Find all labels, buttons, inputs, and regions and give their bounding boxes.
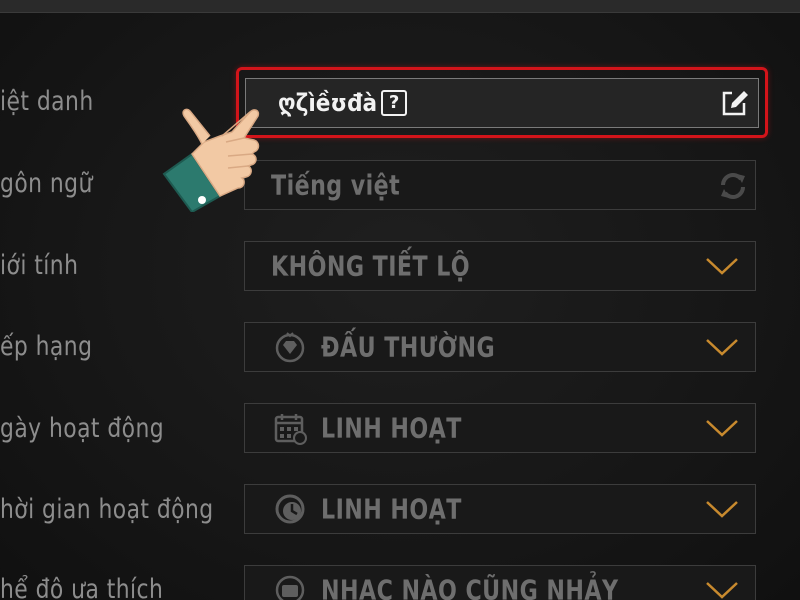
clock-icon [275, 494, 305, 524]
chevron-down-icon [706, 258, 738, 275]
top-bar [0, 0, 800, 13]
active-time-dropdown[interactable]: LINH HOẠT [244, 484, 756, 534]
unknown-glyph-box: ? [381, 90, 408, 116]
rank-dropdown[interactable]: ĐẤU THƯỜNG [244, 322, 756, 372]
active-time-label: hời gian hoạt động [0, 494, 214, 525]
calendar-icon [274, 414, 307, 445]
nickname-highlight-frame: ღζìềʊđà ? [236, 67, 768, 138]
music-dropdown[interactable]: NHẠC NÀO CŨNG NHẢY [244, 565, 756, 600]
language-value: Tiếng việt [271, 168, 401, 202]
nickname-value: ღζìềʊđà ? [278, 89, 408, 117]
pointing-hand-icon [162, 108, 260, 212]
chevron-down-icon [706, 501, 738, 518]
chevron-down-icon [706, 339, 738, 356]
rank-label: ếp hạng [0, 331, 93, 362]
active-days-label: gày hoạt động [0, 413, 165, 444]
language-label: gôn ngữ [0, 168, 93, 199]
chevron-down-icon [706, 582, 738, 599]
active-days-value: LINH HOẠT [321, 411, 462, 445]
active-days-dropdown[interactable]: LINH HOẠT [244, 403, 756, 453]
nickname-field[interactable]: ღζìềʊđà ? [245, 78, 759, 128]
pencil-edit-icon[interactable] [722, 89, 750, 117]
profile-settings-screen: iệt danh ღζìềʊđà ? gôn ngữ Tiếng việt iớ… [0, 0, 800, 600]
language-field[interactable]: Tiếng việt [244, 160, 756, 210]
gender-label: iới tính [0, 250, 79, 281]
nickname-text: ღζìềʊđà [278, 89, 378, 117]
rank-value: ĐẤU THƯỜNG [321, 330, 496, 364]
gender-value: KHÔNG TIẾT LỘ [271, 249, 471, 283]
refresh-icon[interactable] [717, 170, 749, 202]
chevron-down-icon [706, 420, 738, 437]
music-icon [275, 575, 305, 600]
nickname-label: iệt danh [0, 86, 94, 117]
music-label: hể độ ưa thích [0, 574, 164, 600]
active-time-value: LINH HOẠT [321, 492, 462, 526]
gender-dropdown[interactable]: KHÔNG TIẾT LỘ [244, 241, 756, 291]
rank-diamond-icon [275, 332, 305, 363]
music-value: NHẠC NÀO CŨNG NHẢY [321, 573, 619, 600]
